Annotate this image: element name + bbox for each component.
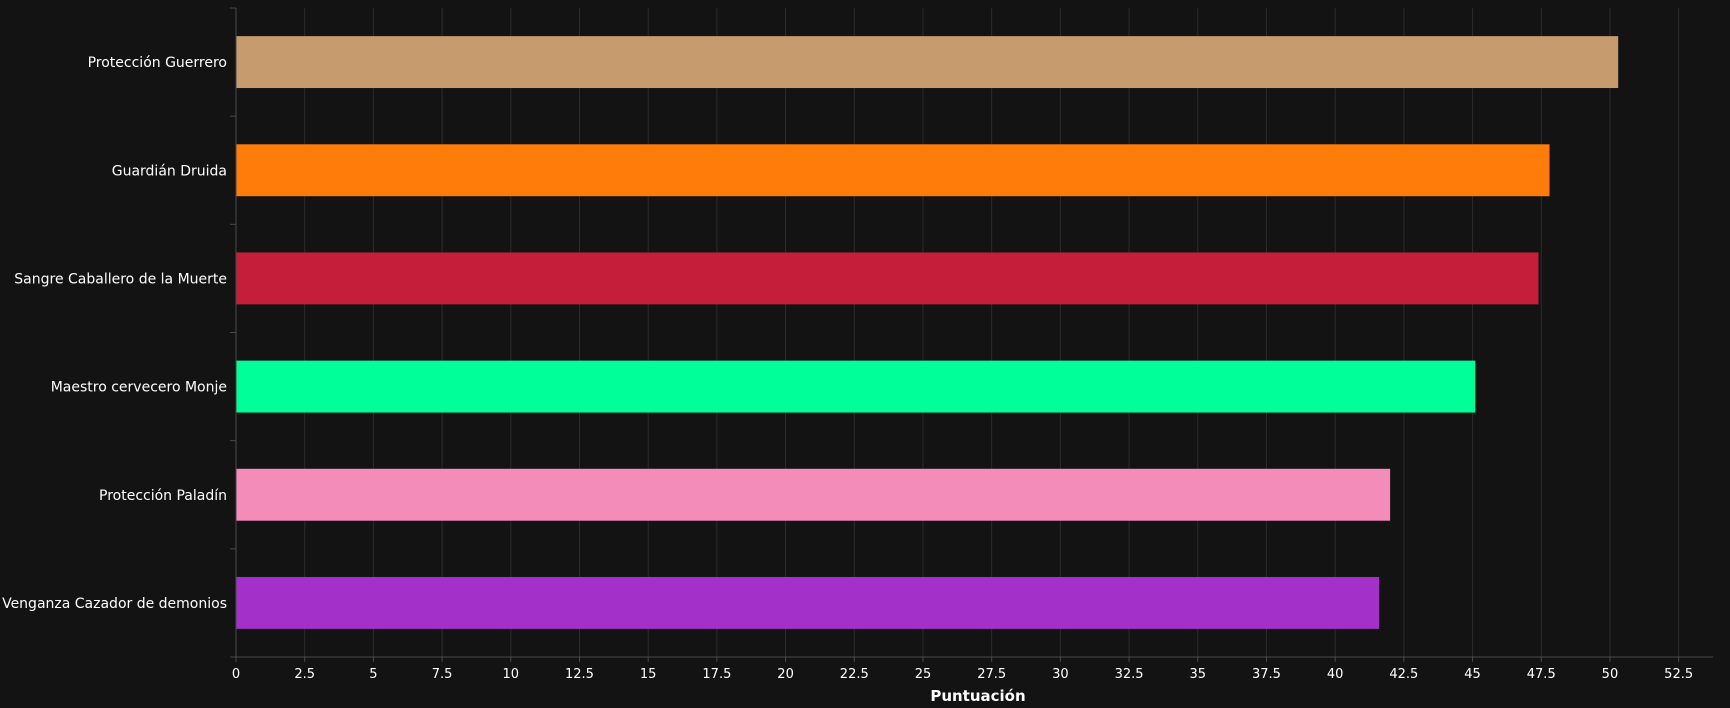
x-tick-label: 10 bbox=[503, 667, 520, 682]
x-tick-label: 25 bbox=[915, 667, 932, 682]
x-tick-labels: 0 2.5 5 7.5 10 12.5 15 17.5 20 22.5 25 27.5 30 32.5 35… bbox=[232, 667, 1693, 682]
x-tick-label: 20 bbox=[777, 667, 794, 682]
x-tick-label: 50 bbox=[1602, 667, 1619, 682]
x-tick-label: 22.5 bbox=[840, 667, 869, 682]
x-tick-label: 35 bbox=[1189, 667, 1206, 682]
category-labels: Protección Guerrero Guardián Druida Sangre… bbox=[2, 55, 227, 612]
category-label: Venganza Cazador de demonios bbox=[2, 596, 227, 612]
x-tick-label: 0 bbox=[232, 667, 240, 682]
category-label: Sangre Caballero de la Muerte bbox=[14, 271, 227, 287]
x-tick-label: 30 bbox=[1052, 667, 1069, 682]
bar bbox=[236, 144, 1550, 197]
category-label: Protección Guerrero bbox=[88, 55, 227, 71]
bar bbox=[236, 468, 1391, 521]
x-tick-label: 47.5 bbox=[1527, 667, 1556, 682]
bar bbox=[236, 576, 1380, 629]
x-tick-label: 27.5 bbox=[977, 667, 1006, 682]
bar bbox=[236, 36, 1619, 89]
category-label: Protección Paladín bbox=[99, 488, 227, 504]
x-axis-title: Puntuación bbox=[930, 687, 1025, 705]
bar bbox=[236, 360, 1476, 413]
bar bbox=[236, 252, 1539, 305]
x-tick-label: 42.5 bbox=[1389, 667, 1418, 682]
x-tick-label: 2.5 bbox=[294, 667, 315, 682]
x-tick-label: 7.5 bbox=[432, 667, 453, 682]
category-label: Maestro cervecero Monje bbox=[51, 380, 227, 396]
x-tick-label: 17.5 bbox=[702, 667, 731, 682]
axes bbox=[230, 7, 1713, 662]
x-tick-label: 40 bbox=[1327, 667, 1344, 682]
x-tick-label: 52.5 bbox=[1664, 667, 1693, 682]
x-tick-label: 32.5 bbox=[1115, 667, 1144, 682]
x-tick-label: 5 bbox=[369, 667, 377, 682]
x-tick-label: 12.5 bbox=[565, 667, 594, 682]
x-tick-label: 37.5 bbox=[1252, 667, 1281, 682]
grid-lines bbox=[304, 8, 1680, 657]
category-label: Guardián Druida bbox=[112, 163, 227, 179]
bar-chart: Protección Guerrero Guardián Druida Sangre… bbox=[2, 7, 1713, 705]
x-tick-label: 45 bbox=[1464, 667, 1481, 682]
x-tick-label: 15 bbox=[640, 667, 657, 682]
bars bbox=[236, 36, 1619, 629]
